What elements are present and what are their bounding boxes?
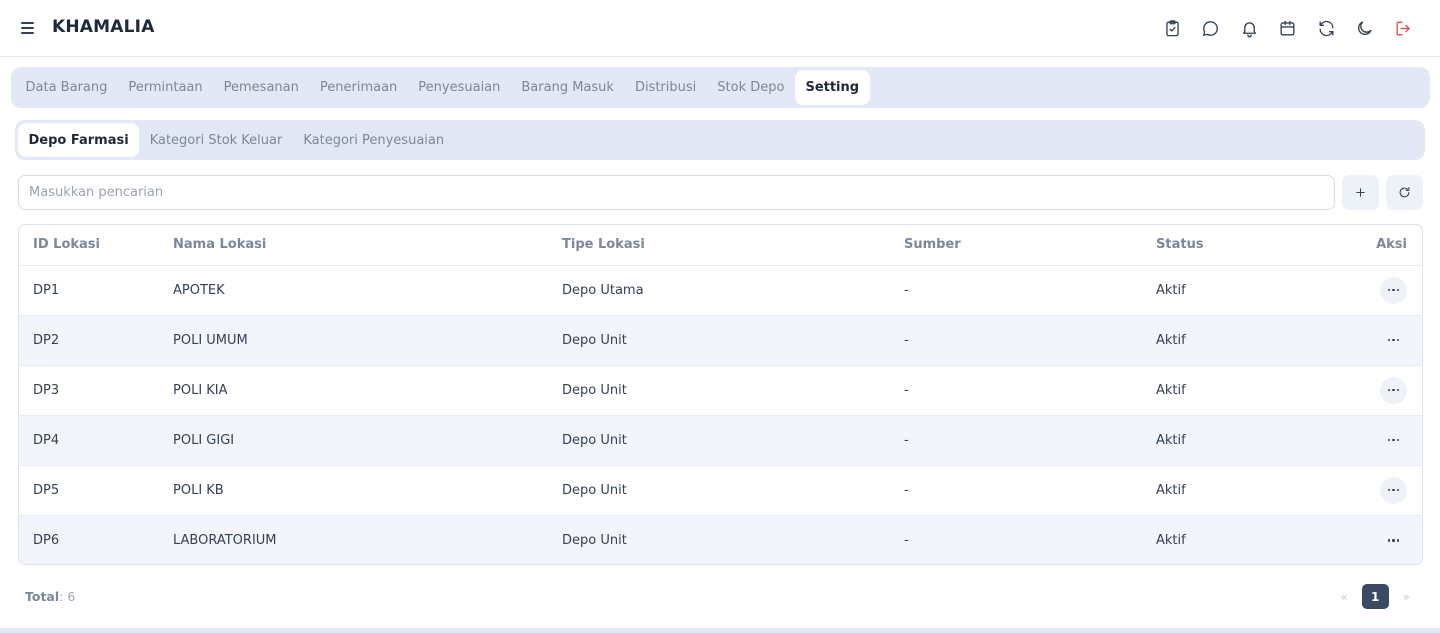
table-row: DP1 APOTEK Depo Utama - Aktif (19, 265, 1422, 316)
cell-nama-lokasi: POLI KB (173, 465, 562, 516)
cell-tipe-lokasi: Depo Unit (562, 465, 904, 516)
calendar-icon[interactable] (1278, 17, 1298, 39)
cell-nama-lokasi: POLI UMUM (173, 315, 562, 366)
cell-id-lokasi: DP4 (19, 415, 173, 466)
cell-status: Aktif (1156, 365, 1346, 416)
tab-penyesuaian[interactable]: Penyesuaian (408, 70, 511, 105)
table-row: DP6 LABORATORIUM Depo Unit - Aktif (19, 515, 1422, 564)
cell-status: Aktif (1156, 532, 1186, 548)
cell-sumber: - (904, 465, 1156, 516)
cell-aksi (1346, 265, 1422, 316)
table-row: DP4 POLI GIGI Depo Unit - Aktif (19, 415, 1422, 466)
tab-kategori-penyesuaian[interactable]: Kategori Penyesuaian (293, 123, 455, 157)
cell-id-lokasi: DP3 (19, 365, 173, 416)
search-input[interactable] (18, 175, 1335, 210)
column-header-tipe-lokasi[interactable]: Tipe Lokasi (562, 225, 904, 266)
total-value: : 6 (59, 589, 76, 604)
cell-nama-lokasi: POLI GIGI (173, 415, 562, 466)
prev-page-button[interactable]: « (1340, 590, 1347, 604)
bottom-divider (0, 628, 1440, 633)
more-actions-icon[interactable] (1380, 527, 1407, 554)
refresh-icon[interactable] (1316, 17, 1336, 39)
tab-data-barang[interactable]: Data Barang (15, 70, 118, 105)
column-header-nama-lokasi[interactable]: Nama Lokasi (173, 225, 562, 266)
more-actions-icon[interactable] (1380, 276, 1407, 304)
reload-button[interactable] (1386, 175, 1423, 210)
cell-aksi (1346, 315, 1422, 366)
cell-aksi (1346, 365, 1422, 416)
clipboard-check-icon[interactable] (1162, 17, 1182, 39)
more-actions-icon[interactable] (1380, 327, 1407, 354)
location-table: ID Lokasi Nama Lokasi Tipe Lokasi Sumber… (18, 224, 1423, 565)
header-icon-group (1162, 17, 1413, 39)
cell-aksi (1346, 465, 1422, 516)
app-title: KHAMALIA (52, 17, 155, 37)
table-header-row: ID Lokasi Nama Lokasi Tipe Lokasi Sumber… (19, 225, 1422, 266)
table-row: DP5 POLI KB Depo Unit - Aktif (19, 465, 1422, 516)
tab-kategori-stok-keluar[interactable]: Kategori Stok Keluar (139, 123, 293, 157)
cell-id-lokasi: DP1 (19, 265, 173, 316)
tab-permintaan[interactable]: Permintaan (118, 70, 213, 105)
cell-tipe-lokasi: Depo Unit (562, 315, 904, 366)
bell-icon[interactable] (1239, 17, 1259, 39)
cell-sumber: - (904, 532, 909, 548)
more-actions-icon[interactable] (1380, 376, 1407, 404)
cell-status: Aktif (1156, 265, 1346, 316)
cell-tipe-lokasi: Depo Unit (562, 415, 904, 466)
cell-id-lokasi: DP2 (19, 315, 173, 366)
page-number-button[interactable]: 1 (1361, 584, 1389, 609)
total-count: Total: 6 (25, 589, 75, 604)
chat-icon[interactable] (1201, 17, 1221, 39)
sub-tab-bar: Depo Farmasi Kategori Stok Keluar Katego… (15, 120, 1425, 160)
tab-setting[interactable]: Setting (794, 70, 870, 105)
hamburger-menu-icon[interactable] (18, 18, 38, 38)
total-label: Total (25, 589, 60, 604)
more-actions-icon[interactable] (1380, 427, 1407, 454)
cell-status: Aktif (1156, 315, 1346, 366)
moon-icon[interactable] (1355, 17, 1375, 39)
cell-id-lokasi: DP6 (33, 532, 60, 548)
tab-depo-farmasi[interactable]: Depo Farmasi (18, 123, 140, 157)
cell-status: Aktif (1156, 415, 1346, 466)
column-header-status[interactable]: Status (1156, 225, 1346, 266)
cell-aksi (1346, 515, 1422, 564)
tab-pemesanan[interactable]: Pemesanan (213, 70, 309, 105)
pagination: « 1 » (1340, 584, 1410, 609)
reload-icon (1399, 186, 1410, 198)
cell-nama-lokasi: LABORATORIUM (173, 532, 277, 548)
cell-sumber: - (904, 365, 1156, 416)
tab-stok-depo[interactable]: Stok Depo (707, 70, 795, 105)
cell-nama-lokasi: APOTEK (173, 265, 562, 316)
tab-distribusi[interactable]: Distribusi (624, 70, 706, 105)
logout-icon[interactable] (1393, 17, 1413, 39)
column-header-aksi: Aksi (1346, 225, 1422, 266)
cell-status: Aktif (1156, 465, 1346, 516)
cell-sumber: - (904, 415, 1156, 466)
cell-aksi (1346, 415, 1422, 466)
cell-tipe-lokasi: Depo Unit (562, 532, 627, 548)
table-row: DP3 POLI KIA Depo Unit - Aktif (19, 365, 1422, 416)
column-header-id-lokasi[interactable]: ID Lokasi (19, 225, 173, 266)
main-tab-bar: Data Barang Permintaan Pemesanan Penerim… (11, 67, 1430, 108)
cell-tipe-lokasi: Depo Unit (562, 365, 904, 416)
add-button[interactable] (1342, 175, 1379, 210)
cell-id-lokasi: DP5 (19, 465, 173, 516)
plus-icon (1356, 188, 1365, 197)
table-row: DP2 POLI UMUM Depo Unit - Aktif (19, 315, 1422, 366)
next-page-button[interactable]: » (1403, 590, 1410, 604)
cell-tipe-lokasi: Depo Utama (562, 265, 904, 316)
column-header-sumber[interactable]: Sumber (904, 225, 1156, 266)
tab-penerimaan[interactable]: Penerimaan (309, 70, 407, 105)
more-actions-icon[interactable] (1380, 476, 1407, 504)
top-bar: KHAMALIA (0, 0, 1440, 57)
cell-sumber: - (904, 315, 1156, 366)
tab-barang-masuk[interactable]: Barang Masuk (511, 70, 625, 105)
cell-sumber: - (904, 265, 1156, 316)
cell-nama-lokasi: POLI KIA (173, 365, 562, 416)
